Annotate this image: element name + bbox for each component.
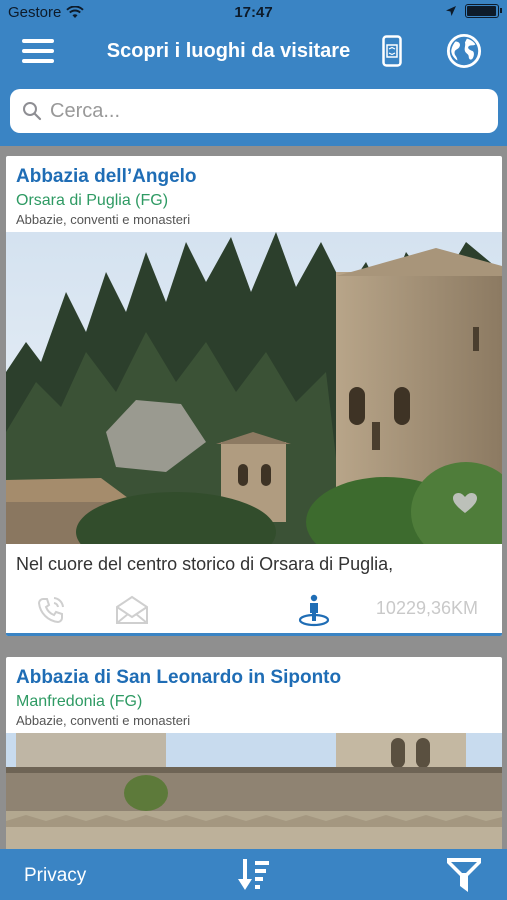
filter-button[interactable] — [444, 855, 484, 895]
search-box[interactable] — [10, 89, 498, 133]
place-card[interactable]: Abbazia di San Leonardo in Siponto Manfr… — [6, 657, 502, 849]
status-right — [445, 4, 502, 18]
place-description: Nel cuore del centro storico di Orsara d… — [16, 554, 394, 574]
battery-icon — [465, 4, 502, 18]
place-name[interactable]: Abbazia di San Leonardo in Siponto — [16, 667, 341, 689]
card-separator — [6, 633, 502, 636]
battery-fill — [467, 6, 496, 16]
status-bar: Gestore 17:47 — [0, 0, 507, 26]
walking-person-icon — [298, 594, 330, 627]
sort-icon — [238, 859, 269, 890]
place-city: Orsara di Puglia (FG) — [16, 192, 169, 209]
place-name[interactable]: Abbazia dell’Angelo — [16, 166, 197, 188]
places-list: Abbazia dell’Angelo Orsara di Puglia (FG… — [0, 146, 507, 849]
abbey-photo-image — [6, 232, 502, 544]
sort-button[interactable] — [234, 855, 274, 895]
privacy-link[interactable]: Privacy — [24, 865, 86, 887]
email-button[interactable] — [114, 592, 150, 628]
phone-device-icon — [382, 35, 402, 67]
globe-icon — [446, 33, 482, 69]
device-button[interactable] — [374, 34, 410, 68]
place-photo[interactable] — [6, 733, 502, 849]
map-button[interactable] — [446, 33, 482, 69]
page-title: Scopri i luoghi da visitare — [106, 40, 351, 62]
directions-button[interactable] — [296, 592, 332, 628]
place-category: Abbazie, conventi e monasteri — [16, 212, 191, 227]
place-city: Manfredonia (FG) — [16, 693, 143, 710]
card-actions: 10229,36KM — [6, 592, 502, 632]
filter-icon — [447, 858, 481, 892]
search-input[interactable] — [50, 99, 470, 123]
clock: 17:47 — [234, 4, 273, 21]
bottom-bar: Privacy — [0, 849, 507, 900]
favorite-heart-icon[interactable] — [452, 492, 478, 514]
place-card[interactable]: Abbazia dell’Angelo Orsara di Puglia (FG… — [6, 156, 502, 636]
place-photo[interactable] — [6, 232, 502, 544]
nav-bar: Scopri i luoghi da visitare — [0, 26, 507, 76]
place-category: Abbazie, conventi e monasteri — [16, 713, 191, 728]
email-icon — [116, 595, 148, 624]
call-button[interactable] — [33, 592, 69, 628]
search-bar-area — [0, 76, 507, 146]
basilica-photo-image — [6, 733, 502, 849]
phone-call-icon — [37, 597, 64, 624]
distance-label: 10229,36KM — [375, 598, 478, 618]
location-arrow-icon — [446, 6, 456, 16]
search-icon — [23, 102, 42, 121]
